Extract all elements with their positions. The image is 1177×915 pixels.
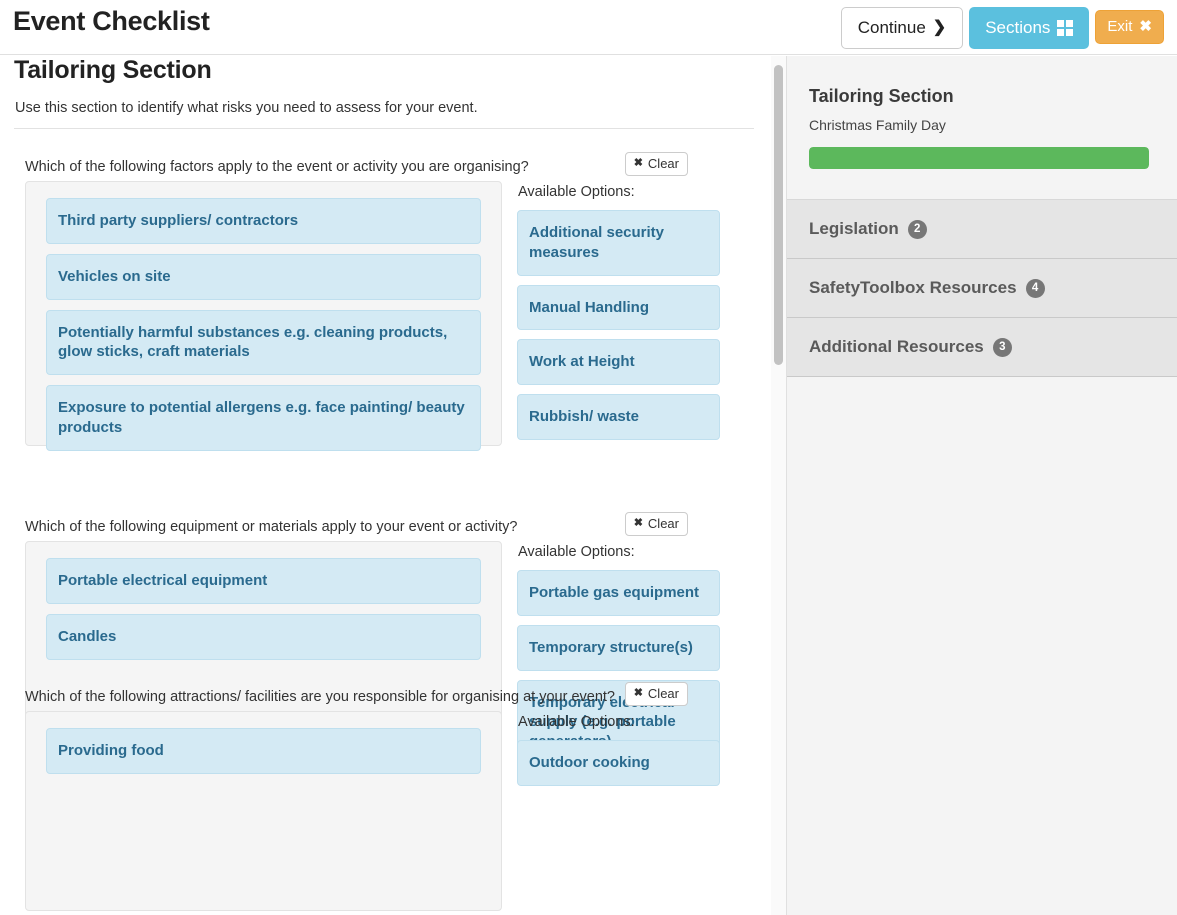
question-label: Which of the following factors apply to … <box>25 159 529 175</box>
section-heading: Tailoring Section <box>14 56 212 85</box>
sidebar-item-additional-resources[interactable]: Additional Resources 3 <box>787 318 1177 377</box>
divider <box>14 128 754 129</box>
sections-button[interactable]: Sections <box>969 7 1089 49</box>
list-item[interactable]: Work at Height <box>517 339 720 385</box>
sidebar-empty-area <box>787 377 1177 837</box>
sidebar-item-label: SafetyToolbox Resources <box>809 278 1017 298</box>
list-item[interactable]: Rubbish/ waste <box>517 394 720 440</box>
grid-icon <box>1057 20 1073 36</box>
exit-button[interactable]: Exit ✖ <box>1095 10 1164 44</box>
list-item[interactable]: Temporary structure(s) <box>517 625 720 671</box>
continue-button[interactable]: Continue ❯ <box>841 7 963 49</box>
clear-button-label: Clear <box>648 517 679 530</box>
list-item[interactable]: Vehicles on site <box>46 254 481 300</box>
progress-bar-fill <box>809 147 1149 169</box>
close-x-icon: ✖ <box>634 688 643 699</box>
list-item[interactable]: Outdoor cooking <box>517 740 720 786</box>
sidebar-item-label: Additional Resources <box>809 337 984 357</box>
sidebar-event-name: Christmas Family Day <box>809 117 1155 133</box>
clear-button-label: Clear <box>648 157 679 170</box>
question-label: Which of the following equipment or mate… <box>25 519 517 535</box>
sidebar: Tailoring Section Christmas Family Day L… <box>786 56 1177 915</box>
sidebar-item-legislation[interactable]: Legislation 2 <box>787 200 1177 259</box>
sidebar-section-title: Tailoring Section <box>809 86 1155 107</box>
sidebar-item-safetytoolbox-resources[interactable]: SafetyToolbox Resources 4 <box>787 259 1177 318</box>
list-item[interactable]: Manual Handling <box>517 285 720 331</box>
app-header: Event Checklist Continue ❯ Sections Exit… <box>0 0 1177 55</box>
status-badge: 2 <box>908 220 927 239</box>
status-badge: 3 <box>993 338 1012 357</box>
list-item[interactable]: Additional security measures <box>517 210 720 276</box>
progress-bar-track <box>809 147 1149 169</box>
close-x-icon: ✖ <box>634 158 643 169</box>
clear-button-1[interactable]: ✖ Clear <box>625 152 688 176</box>
header-actions: Continue ❯ Sections Exit ✖ <box>841 7 1164 49</box>
list-item[interactable]: Candles <box>46 614 481 660</box>
clear-button-label: Clear <box>648 687 679 700</box>
list-item[interactable]: Third party suppliers/ contractors <box>46 198 481 244</box>
available-options-label: Available Options: <box>518 184 720 200</box>
clear-button-2[interactable]: ✖ Clear <box>625 512 688 536</box>
content-scrollbar-thumb[interactable] <box>774 65 783 365</box>
close-x-icon: ✖ <box>634 518 643 529</box>
sidebar-item-label: Legislation <box>809 219 899 239</box>
list-item[interactable]: Providing food <box>46 728 481 774</box>
available-options-label: Available Options: <box>518 544 720 560</box>
sections-button-label: Sections <box>985 19 1050 36</box>
chevron-right-icon: ❯ <box>933 20 946 36</box>
list-item[interactable]: Portable electrical equipment <box>46 558 481 604</box>
available-options-1: Available Options: Additional security m… <box>517 184 720 449</box>
selected-dropzone-3[interactable]: Providing food <box>25 711 502 911</box>
section-description: Use this section to identify what risks … <box>15 100 478 116</box>
close-x-icon: ✖ <box>1139 19 1152 34</box>
sidebar-summary-panel: Tailoring Section Christmas Family Day <box>787 56 1177 200</box>
page-title: Event Checklist <box>13 6 210 37</box>
status-badge: 4 <box>1026 279 1045 298</box>
content-pane: Tailoring Section Use this section to id… <box>0 56 775 915</box>
available-options-3: Available Options: Outdoor cooking <box>517 714 720 795</box>
selected-dropzone-1[interactable]: Third party suppliers/ contractors Vehic… <box>25 181 502 446</box>
list-item[interactable]: Portable gas equipment <box>517 570 720 616</box>
list-item[interactable]: Exposure to potential allergens e.g. fac… <box>46 385 481 451</box>
question-label: Which of the following attractions/ faci… <box>25 689 615 705</box>
clear-button-3[interactable]: ✖ Clear <box>625 682 688 706</box>
continue-button-label: Continue <box>858 19 926 36</box>
exit-button-label: Exit <box>1107 19 1132 34</box>
list-item[interactable]: Potentially harmful substances e.g. clea… <box>46 310 481 376</box>
available-options-label: Available Options: <box>518 714 720 730</box>
